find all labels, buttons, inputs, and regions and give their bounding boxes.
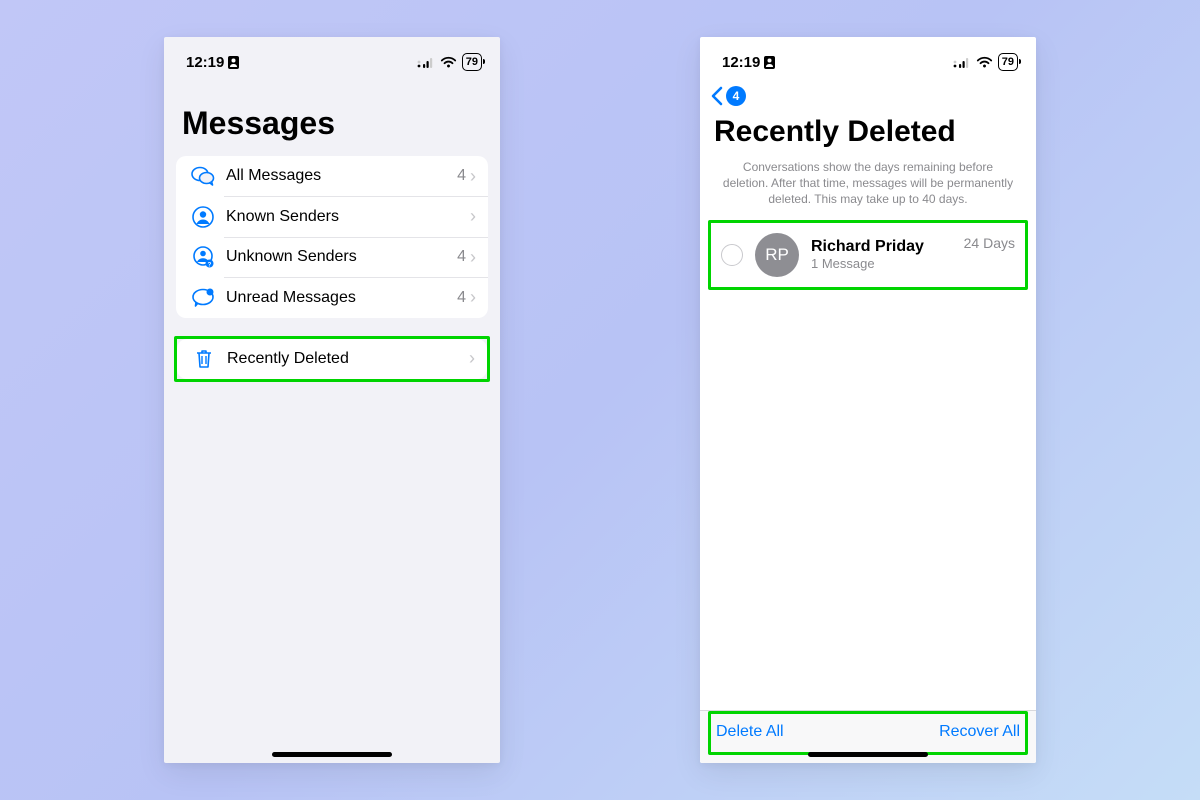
status-bar: 12:19 79 (700, 37, 1036, 77)
avatar: RP (755, 233, 799, 277)
conversation-main: Richard Priday 1 Message (811, 238, 964, 271)
cellular-signal-icon (417, 56, 435, 68)
filter-count: 4 (457, 248, 466, 266)
chevron-right-icon: › (469, 348, 475, 369)
conversation-name: Richard Priday (811, 238, 964, 256)
page-title: Messages (164, 77, 500, 152)
back-badge[interactable]: 4 (726, 86, 746, 106)
home-indicator[interactable] (272, 752, 392, 757)
wifi-icon (440, 56, 457, 68)
filter-label: All Messages (226, 167, 457, 185)
home-indicator[interactable] (808, 752, 928, 757)
filter-label: Known Senders (226, 208, 466, 226)
cellular-signal-icon (953, 56, 971, 68)
select-radio[interactable] (721, 244, 743, 266)
chevron-right-icon: › (470, 166, 476, 187)
svg-text:?: ? (208, 263, 212, 269)
chevron-right-icon: › (470, 247, 476, 268)
filter-label: Unread Messages (226, 289, 457, 307)
nav-bar: 4 (700, 77, 1036, 111)
known-sender-icon (190, 206, 216, 228)
status-bar: 12:19 79 (164, 37, 500, 77)
recover-all-button[interactable]: Recover All (939, 723, 1020, 741)
delete-all-button[interactable]: Delete All (716, 723, 784, 741)
chevron-right-icon: › (470, 287, 476, 308)
wifi-icon (976, 56, 993, 68)
back-button[interactable] (710, 86, 724, 106)
battery-indicator: 79 (998, 53, 1018, 71)
page-subtitle: Conversations show the days remaining be… (700, 155, 1036, 220)
clock-time: 12:19 (186, 54, 224, 71)
recently-deleted-screen: 12:19 79 4 Recently Deleted Conversation… (700, 37, 1036, 763)
filter-unread-messages[interactable]: Unread Messages 4 › (176, 278, 488, 318)
trash-icon (191, 348, 217, 370)
focus-contact-icon (764, 56, 775, 69)
filter-count: 4 (457, 167, 466, 185)
recently-deleted-label: Recently Deleted (227, 350, 469, 368)
battery-indicator: 79 (462, 53, 482, 71)
focus-contact-icon (228, 56, 239, 69)
status-indicators: 79 (417, 53, 482, 71)
filter-known-senders[interactable]: Known Senders › (176, 197, 488, 237)
messages-bubble-icon (190, 166, 216, 186)
clock-time: 12:19 (722, 54, 760, 71)
unknown-sender-icon: ? (190, 246, 216, 268)
highlight-conversation: RP Richard Priday 1 Message 24 Days (708, 220, 1028, 290)
filters-list: All Messages 4 › Known Senders › ? Unkno… (176, 156, 488, 318)
status-time-group: 12:19 (186, 54, 239, 71)
chevron-right-icon: › (470, 206, 476, 227)
status-time-group: 12:19 (722, 54, 775, 71)
unread-badge-icon (190, 288, 216, 308)
status-indicators: 79 (953, 53, 1018, 71)
conversation-meta: 1 Message (811, 256, 964, 271)
filter-count: 4 (457, 289, 466, 307)
days-remaining: 24 Days (964, 235, 1015, 251)
highlight-recently-deleted: Recently Deleted › (174, 336, 490, 382)
filter-label: Unknown Senders (226, 248, 457, 266)
filter-all-messages[interactable]: All Messages 4 › (176, 156, 488, 196)
filter-unknown-senders[interactable]: ? Unknown Senders 4 › (176, 237, 488, 277)
messages-filters-screen: 12:19 79 Messages All Messages 4 › (164, 37, 500, 763)
conversation-row[interactable]: RP Richard Priday 1 Message 24 Days (711, 223, 1025, 287)
page-title: Recently Deleted (700, 111, 1036, 155)
recently-deleted-row[interactable]: Recently Deleted › (177, 339, 487, 379)
